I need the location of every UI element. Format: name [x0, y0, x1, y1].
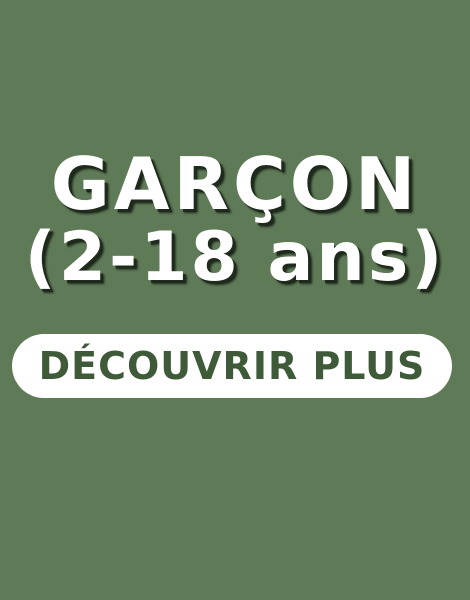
banner-title-age-range: (2-18 ans)	[24, 218, 446, 297]
banner-title-category: GARÇON	[50, 142, 420, 226]
category-banner[interactable]: GARÇON (2-18 ans) DÉCOUVRIR PLUS	[0, 0, 470, 600]
banner-title: GARÇON (2-18 ans)	[0, 148, 470, 292]
discover-more-button[interactable]: DÉCOUVRIR PLUS	[12, 334, 452, 398]
